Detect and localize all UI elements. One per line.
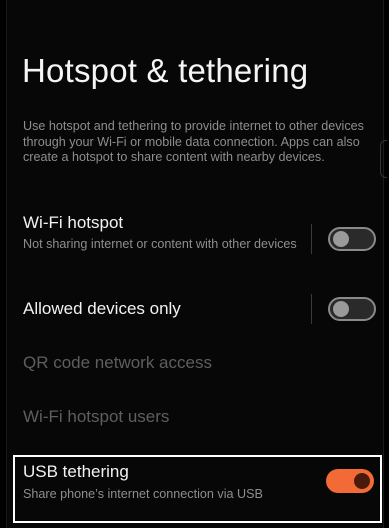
page-description: Use hotspot and tethering to provide int… [23,119,364,164]
toggle-knob [354,473,370,489]
allowed-devices-toggle[interactable] [328,297,376,321]
toggle-knob [333,301,349,317]
setting-qr-code-network-access[interactable]: QR code network access [23,353,212,373]
setting-subtitle: Share phone’s internet connection via US… [23,487,263,501]
page-title: Hotspot & tethering [22,52,309,89]
divider [311,294,312,324]
usb-tethering-toggle[interactable] [326,469,374,493]
setting-title: Allowed devices only [23,299,181,318]
setting-subtitle: Not sharing internet or content with oth… [23,237,297,251]
setting-title: Wi-Fi hotspot [23,213,124,232]
edge-panel-handle[interactable] [380,140,387,178]
divider [311,224,312,254]
wifi-hotspot-toggle[interactable] [328,227,376,251]
setting-wifi-hotspot-users[interactable]: Wi-Fi hotspot users [23,407,169,427]
setting-title: USB tethering [23,462,129,481]
toggle-knob [333,231,349,247]
